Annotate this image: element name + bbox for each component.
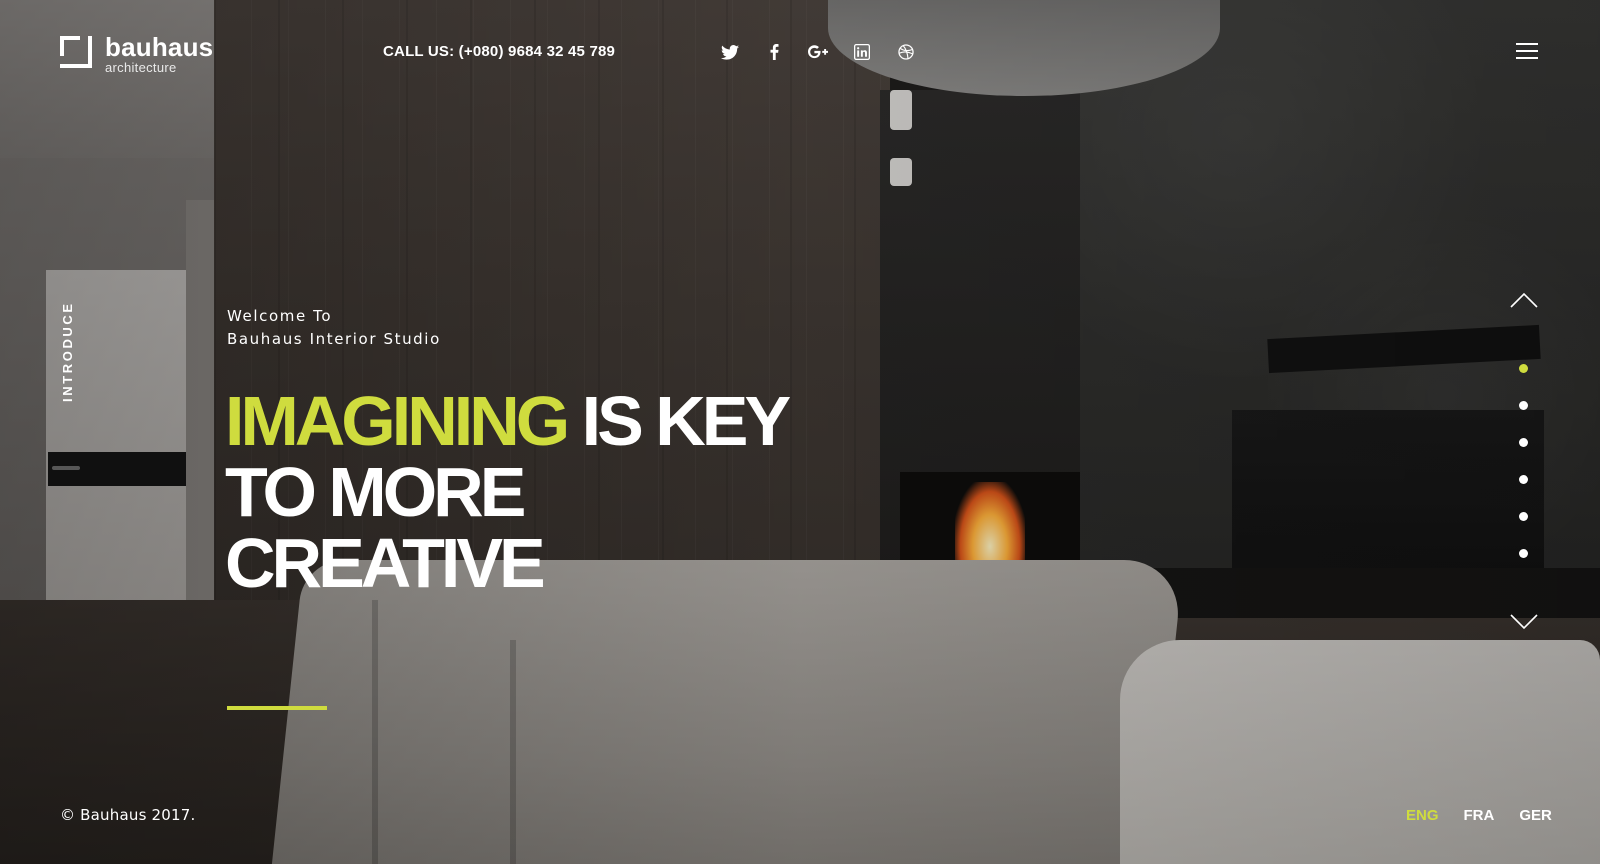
language-eng[interactable]: ENG bbox=[1406, 807, 1439, 824]
brand-tagline: architecture bbox=[105, 60, 177, 75]
dribbble-icon[interactable] bbox=[884, 42, 928, 62]
linkedin-icon[interactable] bbox=[840, 42, 884, 62]
headline-line-2: TO MORE bbox=[225, 453, 526, 531]
slide-dot-5[interactable] bbox=[1519, 512, 1528, 521]
copyright-text: © Bauhaus 2017. bbox=[60, 806, 196, 824]
headline-line-3: CREATIVE bbox=[225, 524, 546, 602]
logo-mark-icon bbox=[60, 36, 92, 68]
chevron-up-icon[interactable] bbox=[1510, 292, 1538, 308]
accent-divider bbox=[227, 706, 327, 710]
twitter-icon[interactable] bbox=[708, 42, 752, 62]
headline-line-1-rest: IS KEY bbox=[581, 382, 792, 460]
slide-dot-3[interactable] bbox=[1519, 438, 1528, 447]
slide-dot-4[interactable] bbox=[1519, 475, 1528, 484]
slide-dot-1[interactable] bbox=[1519, 364, 1528, 373]
chevron-down-icon[interactable] bbox=[1510, 614, 1538, 630]
section-label-introduce: INTRODUCE bbox=[60, 301, 75, 402]
language-fra[interactable]: FRA bbox=[1464, 807, 1495, 824]
welcome-text: Welcome To Bauhaus Interior Studio bbox=[227, 305, 441, 351]
brand-logo[interactable]: bauhaus architecture bbox=[60, 34, 213, 74]
hero-headline: IMAGINING IS KEY TO MORE CREATIVE bbox=[225, 386, 791, 602]
call-us-phone[interactable]: CALL US: (+080) 9684 32 45 789 bbox=[383, 43, 615, 60]
headline-highlight: IMAGINING bbox=[225, 382, 570, 460]
language-switcher: ENG FRA GER bbox=[1406, 807, 1552, 824]
facebook-icon[interactable] bbox=[752, 42, 796, 62]
welcome-line-2: Bauhaus Interior Studio bbox=[227, 330, 441, 348]
logo-text: bauhaus architecture bbox=[105, 34, 213, 74]
page: bauhaus architecture CALL US: (+080) 968… bbox=[0, 0, 1600, 864]
brand-name: bauhaus bbox=[105, 32, 214, 62]
slide-dot-2[interactable] bbox=[1519, 401, 1528, 410]
welcome-line-1: Welcome To bbox=[227, 307, 333, 325]
hamburger-menu-icon[interactable] bbox=[1516, 43, 1538, 59]
language-ger[interactable]: GER bbox=[1519, 807, 1552, 824]
slide-dot-6[interactable] bbox=[1519, 549, 1528, 558]
google-plus-icon[interactable] bbox=[796, 42, 840, 62]
social-links bbox=[708, 42, 928, 62]
